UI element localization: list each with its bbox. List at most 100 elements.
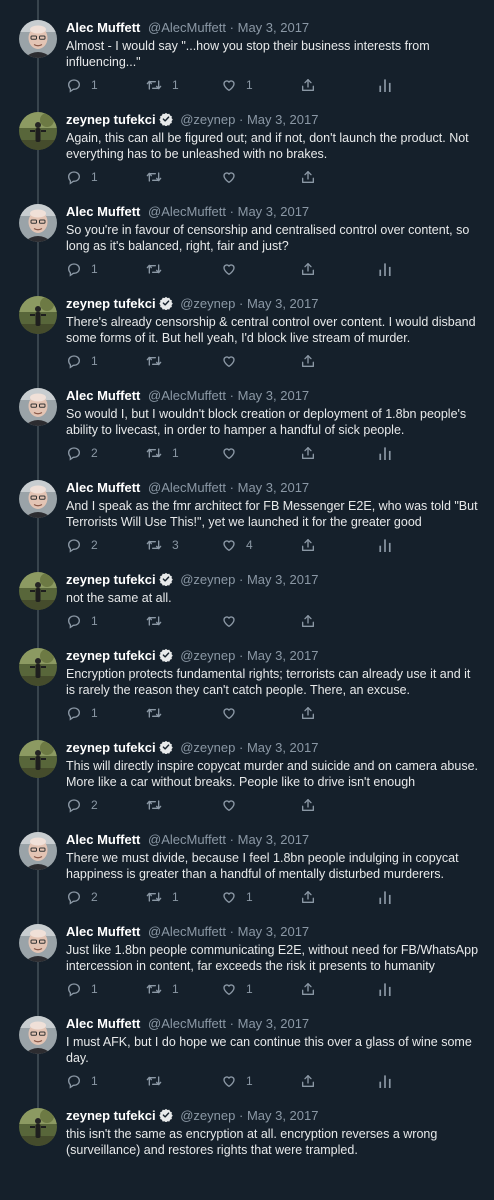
handle[interactable]: @AlecMuffett bbox=[148, 204, 226, 219]
display-name[interactable]: zeynep tufekci bbox=[66, 740, 156, 755]
reply-button[interactable]: 2 bbox=[66, 796, 98, 814]
like-button[interactable] bbox=[221, 352, 246, 370]
reply-button[interactable]: 1 bbox=[66, 980, 98, 998]
tweet[interactable]: zeynep tufekci @zeynep · May 3, 2017 Enc… bbox=[0, 648, 494, 734]
display-name[interactable]: zeynep tufekci bbox=[66, 572, 156, 587]
analytics-button[interactable] bbox=[378, 444, 392, 462]
retweet-button[interactable]: 1 bbox=[145, 444, 179, 462]
reply-button[interactable]: 1 bbox=[66, 260, 98, 278]
display-name[interactable]: Alec Muffett bbox=[66, 480, 140, 495]
retweet-button[interactable] bbox=[145, 1072, 172, 1090]
avatar-alec[interactable] bbox=[19, 20, 57, 58]
retweet-button[interactable] bbox=[145, 796, 172, 814]
handle[interactable]: @AlecMuffett bbox=[148, 1016, 226, 1031]
share-button[interactable] bbox=[300, 444, 316, 462]
display-name[interactable]: Alec Muffett bbox=[66, 924, 140, 939]
retweet-button[interactable] bbox=[145, 704, 172, 722]
share-button[interactable] bbox=[300, 168, 316, 186]
timestamp[interactable]: May 3, 2017 bbox=[238, 924, 310, 939]
like-button[interactable]: 1 bbox=[221, 980, 253, 998]
timestamp[interactable]: May 3, 2017 bbox=[247, 740, 319, 755]
tweet[interactable]: zeynep tufekci @zeynep · May 3, 2017 The… bbox=[0, 296, 494, 382]
avatar-zeynep[interactable] bbox=[19, 572, 57, 610]
like-button[interactable]: 1 bbox=[221, 1072, 253, 1090]
share-button[interactable] bbox=[300, 76, 316, 94]
reply-button[interactable]: 2 bbox=[66, 536, 98, 554]
tweet[interactable]: Alec Muffett @AlecMuffett · May 3, 2017 … bbox=[0, 204, 494, 290]
like-button[interactable] bbox=[221, 444, 246, 462]
retweet-button[interactable]: 3 bbox=[145, 536, 179, 554]
share-button[interactable] bbox=[300, 536, 316, 554]
tweet[interactable]: Alec Muffett @AlecMuffett · May 3, 2017 … bbox=[0, 480, 494, 566]
tweet[interactable]: Alec Muffett @AlecMuffett · May 3, 2017 … bbox=[0, 924, 494, 1010]
retweet-button[interactable] bbox=[145, 168, 172, 186]
handle[interactable]: @AlecMuffett bbox=[148, 388, 226, 403]
retweet-button[interactable] bbox=[145, 352, 172, 370]
avatar-alec[interactable] bbox=[19, 924, 57, 962]
like-button[interactable] bbox=[221, 168, 246, 186]
avatar-alec[interactable] bbox=[19, 388, 57, 426]
tweet[interactable]: zeynep tufekci @zeynep · May 3, 2017 thi… bbox=[0, 1108, 494, 1194]
share-button[interactable] bbox=[300, 260, 316, 278]
analytics-button[interactable] bbox=[378, 1072, 392, 1090]
retweet-button[interactable]: 1 bbox=[145, 888, 179, 906]
share-button[interactable] bbox=[300, 796, 316, 814]
like-button[interactable]: 4 bbox=[221, 536, 253, 554]
handle[interactable]: @zeynep bbox=[180, 572, 235, 587]
reply-button[interactable]: 1 bbox=[66, 704, 98, 722]
avatar-zeynep[interactable] bbox=[19, 648, 57, 686]
handle[interactable]: @zeynep bbox=[180, 740, 235, 755]
timestamp[interactable]: May 3, 2017 bbox=[247, 648, 319, 663]
share-button[interactable] bbox=[300, 704, 316, 722]
timestamp[interactable]: May 3, 2017 bbox=[238, 388, 310, 403]
avatar-alec[interactable] bbox=[19, 480, 57, 518]
reply-button[interactable]: 2 bbox=[66, 888, 98, 906]
tweet[interactable]: Alec Muffett @AlecMuffett · May 3, 2017 … bbox=[0, 20, 494, 106]
handle[interactable]: @zeynep bbox=[180, 648, 235, 663]
like-button[interactable]: 1 bbox=[221, 888, 253, 906]
handle[interactable]: @AlecMuffett bbox=[148, 20, 226, 35]
tweet[interactable]: zeynep tufekci @zeynep · May 3, 2017 Aga… bbox=[0, 112, 494, 198]
timestamp[interactable]: May 3, 2017 bbox=[238, 20, 310, 35]
analytics-button[interactable] bbox=[378, 536, 392, 554]
handle[interactable]: @zeynep bbox=[180, 296, 235, 311]
display-name[interactable]: zeynep tufekci bbox=[66, 112, 156, 127]
handle[interactable]: @zeynep bbox=[180, 1108, 235, 1123]
timestamp[interactable]: May 3, 2017 bbox=[247, 1108, 319, 1123]
avatar-zeynep[interactable] bbox=[19, 112, 57, 150]
retweet-button[interactable]: 1 bbox=[145, 76, 179, 94]
timestamp[interactable]: May 3, 2017 bbox=[247, 296, 319, 311]
handle[interactable]: @zeynep bbox=[180, 112, 235, 127]
analytics-button[interactable] bbox=[378, 76, 392, 94]
display-name[interactable]: zeynep tufekci bbox=[66, 648, 156, 663]
timestamp[interactable]: May 3, 2017 bbox=[247, 572, 319, 587]
timestamp[interactable]: May 3, 2017 bbox=[238, 1016, 310, 1031]
retweet-button[interactable] bbox=[145, 260, 172, 278]
analytics-button[interactable] bbox=[378, 980, 392, 998]
display-name[interactable]: zeynep tufekci bbox=[66, 1108, 156, 1123]
avatar-zeynep[interactable] bbox=[19, 296, 57, 334]
display-name[interactable]: Alec Muffett bbox=[66, 388, 140, 403]
share-button[interactable] bbox=[300, 352, 316, 370]
avatar-alec[interactable] bbox=[19, 832, 57, 870]
tweet[interactable]: zeynep tufekci @zeynep · May 3, 2017 not… bbox=[0, 572, 494, 658]
reply-button[interactable]: 1 bbox=[66, 612, 98, 630]
like-button[interactable] bbox=[221, 796, 246, 814]
like-button[interactable] bbox=[221, 704, 246, 722]
reply-button[interactable]: 2 bbox=[66, 444, 98, 462]
timestamp[interactable]: May 3, 2017 bbox=[238, 204, 310, 219]
retweet-button[interactable]: 1 bbox=[145, 980, 179, 998]
analytics-button[interactable] bbox=[378, 888, 392, 906]
timestamp[interactable]: May 3, 2017 bbox=[247, 112, 319, 127]
timestamp[interactable]: May 3, 2017 bbox=[238, 480, 310, 495]
avatar-alec[interactable] bbox=[19, 204, 57, 242]
share-button[interactable] bbox=[300, 1072, 316, 1090]
like-button[interactable] bbox=[221, 612, 246, 630]
share-button[interactable] bbox=[300, 980, 316, 998]
like-button[interactable]: 1 bbox=[221, 76, 253, 94]
analytics-button[interactable] bbox=[378, 260, 392, 278]
display-name[interactable]: Alec Muffett bbox=[66, 1016, 140, 1031]
reply-button[interactable]: 1 bbox=[66, 1072, 98, 1090]
display-name[interactable]: Alec Muffett bbox=[66, 20, 140, 35]
tweet[interactable]: zeynep tufekci @zeynep · May 3, 2017 Thi… bbox=[0, 740, 494, 826]
